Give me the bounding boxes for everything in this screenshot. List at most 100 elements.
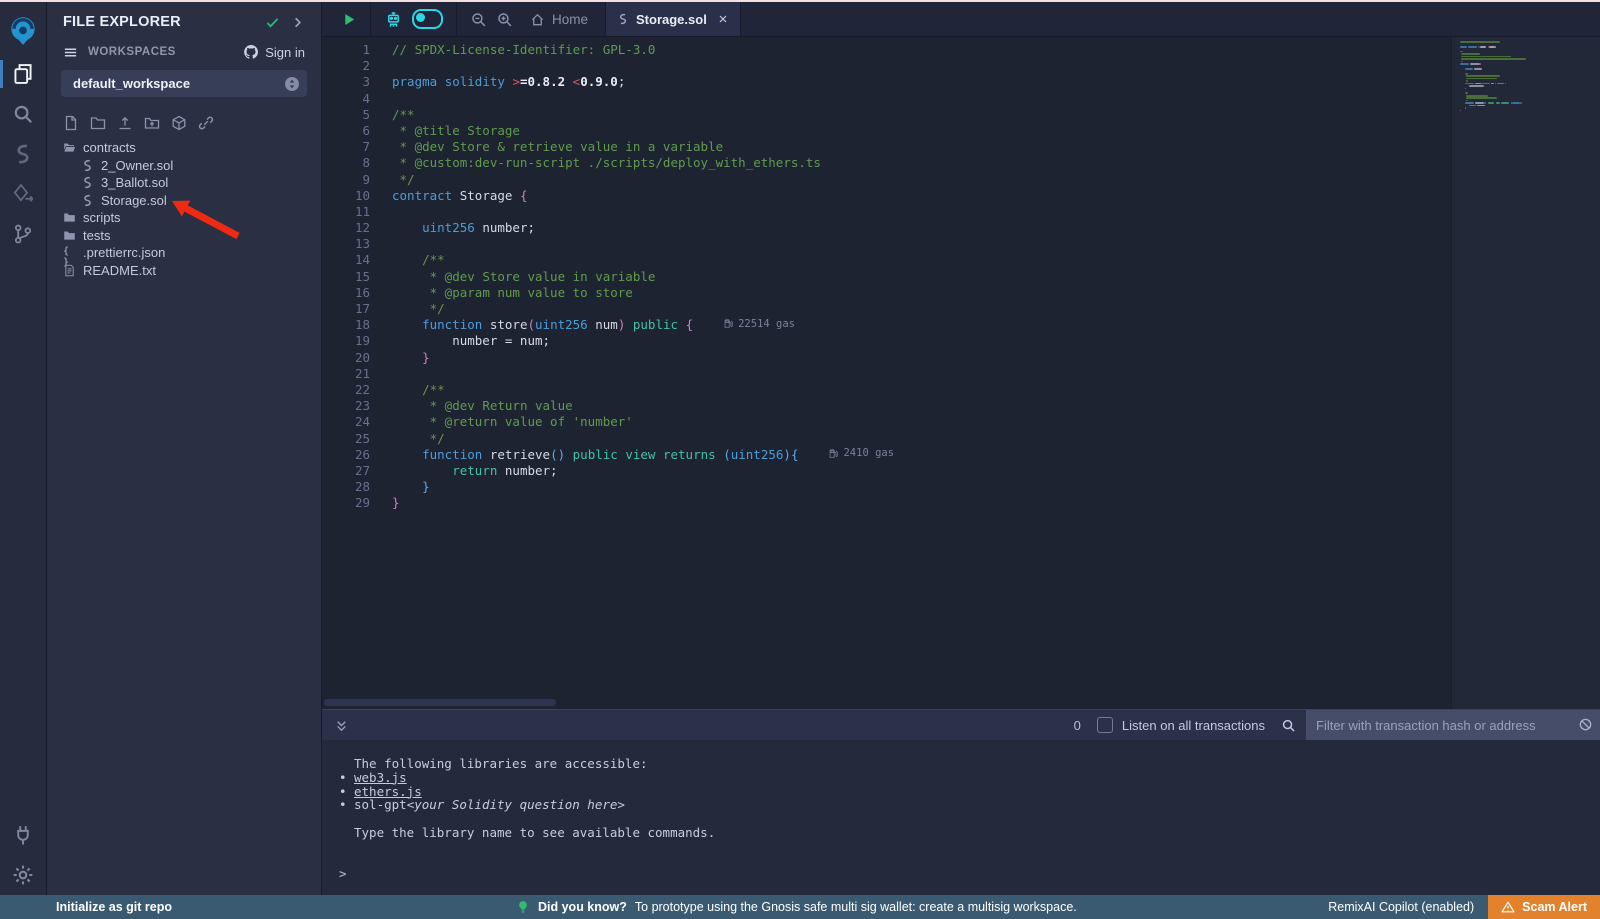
- minimap-line: [1512, 102, 1520, 104]
- folder-icon: [63, 211, 76, 224]
- code-line: 15 * @dev Store value in variable: [322, 269, 1451, 285]
- tree-item-tests[interactable]: tests: [47, 227, 321, 245]
- chevron-right-icon[interactable]: [290, 15, 305, 30]
- code-line: 26 function retrieve() public view retur…: [322, 447, 1451, 463]
- minimap-line: [1460, 46, 1467, 48]
- code-line: 20 }: [322, 350, 1451, 366]
- code-line: 1// SPDX-License-Identifier: GPL-3.0: [322, 42, 1451, 58]
- code-area[interactable]: 1// SPDX-License-Identifier: GPL-3.023pr…: [322, 37, 1451, 709]
- link-icon[interactable]: [198, 115, 214, 131]
- copilot-status: RemixAI Copilot (enabled): [1328, 900, 1474, 914]
- code-line: 16 * @param num value to store: [322, 285, 1451, 301]
- code-line: 22 /**: [322, 382, 1451, 398]
- listen-all-transactions-checkbox[interactable]: [1097, 717, 1113, 733]
- tree-item-scripts[interactable]: scripts: [47, 209, 321, 227]
- line-number: 8: [322, 155, 386, 171]
- ai-copilot-toggle[interactable]: [412, 9, 443, 29]
- tab-storage-sol[interactable]: Storage.sol: [605, 2, 741, 36]
- minimap-line: [1469, 85, 1484, 87]
- minimap-line: [1466, 80, 1468, 82]
- terminal-output[interactable]: The following libraries are accessible:•…: [322, 740, 1600, 895]
- did-you-know-tip: Did you know? To prototype using the Gno…: [516, 900, 1077, 914]
- minimap-line: [1475, 83, 1481, 85]
- tree-item-2-owner-sol[interactable]: 2_Owner.sol: [47, 157, 321, 175]
- line-number: 4: [322, 91, 386, 107]
- line-number: 10: [322, 188, 386, 204]
- line-number: 22: [322, 382, 386, 398]
- tree-item-label: .prettierrc.json: [83, 245, 165, 260]
- line-number: 14: [322, 252, 386, 268]
- line-number: 9: [322, 172, 386, 188]
- line-number: 26: [322, 447, 386, 463]
- bullet: •: [339, 771, 354, 785]
- zoom-in-icon[interactable]: [496, 11, 513, 28]
- code-editor[interactable]: 1// SPDX-License-Identifier: GPL-3.023pr…: [322, 37, 1600, 709]
- init-git-repo-button[interactable]: Initialize as git repo: [56, 900, 172, 914]
- ai-copilot-robot-icon[interactable]: [384, 10, 403, 29]
- hamburger-menu-icon[interactable]: [63, 45, 78, 60]
- upload-file-icon[interactable]: [117, 115, 133, 131]
- create-file-icon[interactable]: [63, 115, 79, 131]
- minimap[interactable]: [1451, 37, 1600, 709]
- search-icon[interactable]: [0, 94, 46, 134]
- file-explorer-icon[interactable]: [0, 54, 46, 94]
- settings-icon[interactable]: [0, 855, 46, 895]
- minimap-line: [1520, 102, 1522, 104]
- search-icon[interactable]: [1281, 718, 1296, 733]
- tree-item-3-ballot-sol[interactable]: 3_Ballot.sol: [47, 174, 321, 192]
- close-tab-icon[interactable]: [717, 13, 729, 25]
- terminal-line: Type the library name to see available c…: [322, 826, 1600, 840]
- code-line: 18 function store(uint256 num) public {2…: [322, 317, 1451, 333]
- terminal-line: [322, 812, 1600, 826]
- solidity-file-icon: [81, 159, 94, 172]
- plugin-manager-icon[interactable]: [0, 815, 46, 855]
- tab-home[interactable]: Home: [530, 12, 588, 27]
- tree-item-storage-sol[interactable]: Storage.sol: [47, 192, 321, 210]
- check-icon: [265, 15, 280, 30]
- horizontal-scrollbar[interactable]: [324, 699, 556, 706]
- upload-folder-icon[interactable]: [144, 115, 160, 131]
- terminal-link-web3-js[interactable]: web3.js: [354, 771, 407, 785]
- cube-icon[interactable]: [171, 115, 187, 131]
- filter-transactions-input[interactable]: [1306, 718, 1600, 733]
- file-explorer-panel: FILE EXPLORER WORKSPACES Sign in default…: [47, 2, 322, 895]
- line-number: 28: [322, 479, 386, 495]
- github-icon: [243, 44, 259, 60]
- solidity-compiler-icon[interactable]: [0, 134, 46, 174]
- line-number: 15: [322, 269, 386, 285]
- tree-item-contracts[interactable]: contracts: [47, 139, 321, 157]
- minimap-line: [1501, 102, 1509, 104]
- git-icon[interactable]: [0, 214, 46, 254]
- minimap-line: [1460, 63, 1469, 65]
- scam-alert-badge[interactable]: Scam Alert: [1488, 895, 1600, 919]
- braces-icon: { }: [63, 246, 76, 259]
- line-number: 11: [322, 204, 386, 220]
- create-folder-icon[interactable]: [90, 115, 106, 131]
- line-number: 20: [322, 350, 386, 366]
- zoom-out-icon[interactable]: [470, 11, 487, 28]
- workspace-name: default_workspace: [73, 76, 190, 91]
- minimap-line: [1496, 102, 1501, 104]
- minimap-line: [1505, 83, 1506, 85]
- clear-filter-icon[interactable]: [1578, 717, 1593, 732]
- terminal-prompt[interactable]: >: [322, 867, 1600, 881]
- terminal-link-ethers-js[interactable]: ethers.js: [354, 785, 422, 799]
- line-number: 24: [322, 414, 386, 430]
- listen-label: Listen on all transactions: [1122, 718, 1265, 733]
- minimap-line: [1465, 92, 1468, 94]
- minimap-line: [1497, 83, 1504, 85]
- line-number: 7: [322, 139, 386, 155]
- tree-item-readme-txt[interactable]: README.txt: [47, 262, 321, 280]
- collapse-terminal-icon[interactable]: [334, 718, 349, 733]
- run-script-button[interactable]: [342, 12, 357, 27]
- deploy-run-icon[interactable]: [0, 174, 46, 214]
- minimap-line: [1477, 105, 1485, 107]
- minimap-line: [1461, 53, 1479, 55]
- workspace-select[interactable]: default_workspace: [61, 70, 307, 97]
- lightbulb-icon: [516, 900, 530, 914]
- editor-toolbar: Home Storage.sol: [322, 2, 1600, 37]
- code-line: 9 */: [322, 172, 1451, 188]
- code-line: 5/**: [322, 107, 1451, 123]
- sign-in-button[interactable]: Sign in: [243, 44, 305, 60]
- tree-item--prettierrc-json[interactable]: { } .prettierrc.json: [47, 244, 321, 262]
